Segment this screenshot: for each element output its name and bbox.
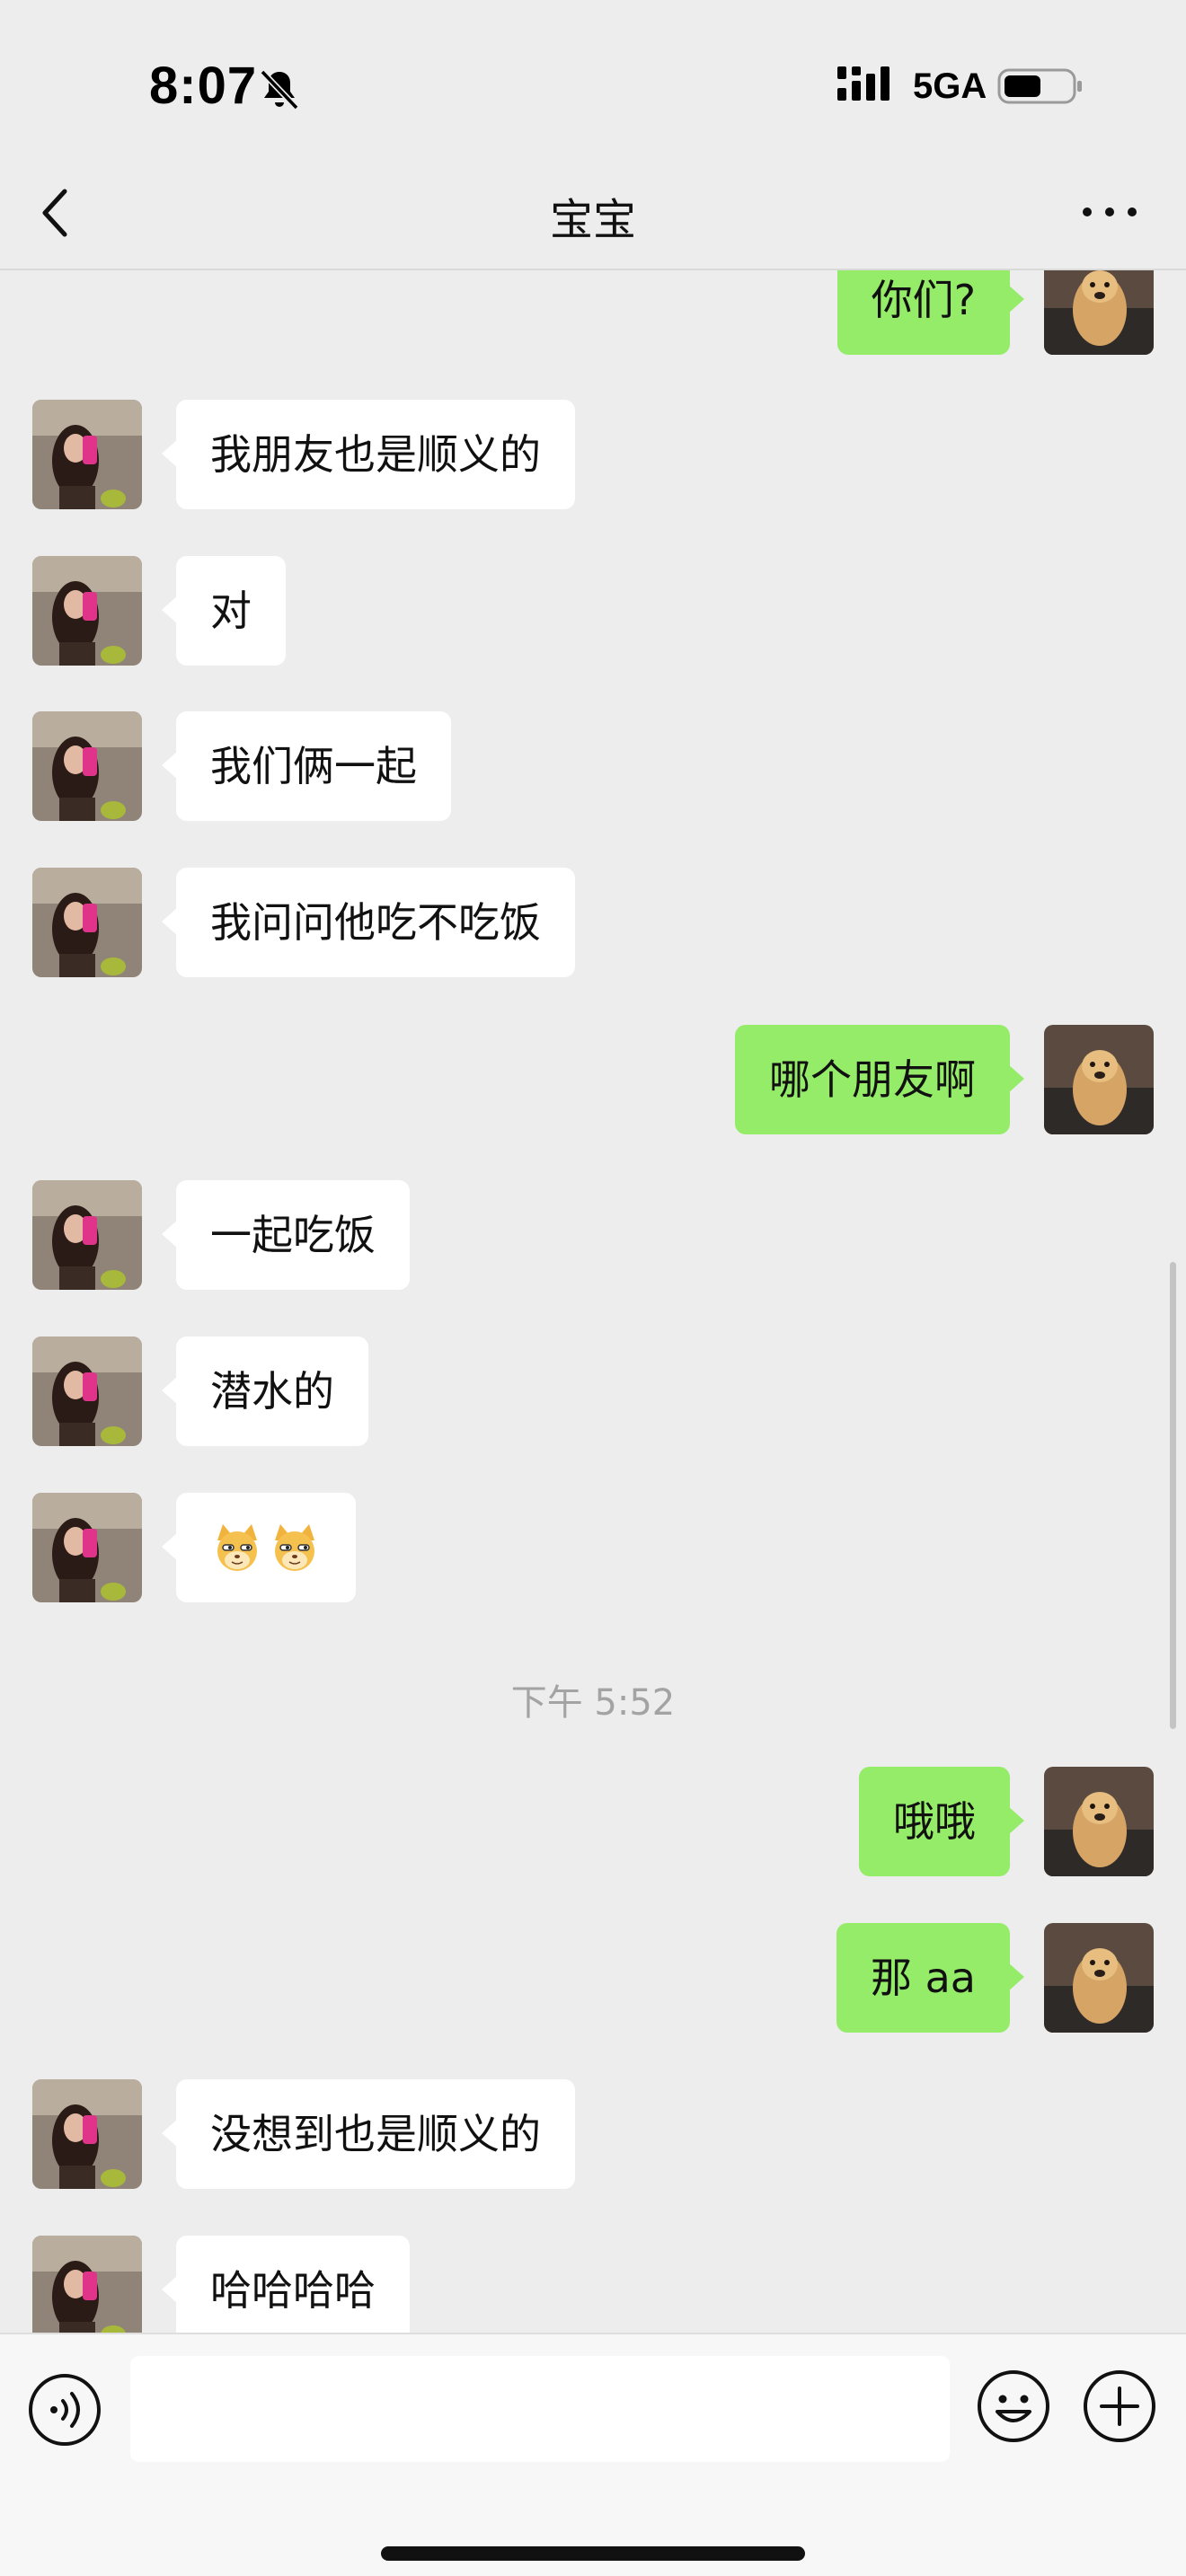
network-type: 5GA <box>913 66 987 106</box>
doge-emoji-icon <box>275 1523 314 1571</box>
contact-avatar[interactable] <box>32 1180 142 1290</box>
plus-icon[interactable] <box>1082 2369 1157 2444</box>
emoji-icon[interactable] <box>976 2369 1051 2444</box>
message-incoming: 潜水的 <box>0 1337 1186 1446</box>
message-bubble[interactable]: 没想到也是顺义的 <box>162 2079 575 2189</box>
message-outgoing: 哦哦 <box>0 1767 1186 1876</box>
home-indicator[interactable] <box>381 2546 805 2561</box>
message-bubble[interactable]: 我朋友也是顺义的 <box>162 400 575 509</box>
ellipsis-icon[interactable] <box>1078 198 1141 225</box>
sticker-bubble[interactable] <box>162 1493 356 1602</box>
bell-slash-icon <box>260 69 299 110</box>
message-bubble[interactable]: 那 aa <box>836 1923 1024 2033</box>
message-outgoing: 你们? <box>0 270 1186 355</box>
message-incoming: 没想到也是顺义的 <box>0 2079 1186 2189</box>
contact-avatar[interactable] <box>32 711 142 821</box>
message-bubble[interactable]: 哪个朋友啊 <box>735 1025 1024 1134</box>
message-bubble[interactable]: 我们俩一起 <box>162 711 451 821</box>
message-bubble[interactable]: 潜水的 <box>162 1337 368 1446</box>
input-bar <box>0 2333 1186 2576</box>
time-divider: 下午 5:52 <box>510 1682 676 1724</box>
status-bar: 8:07 5GA <box>0 0 1186 166</box>
message-outgoing: 哪个朋友啊 <box>0 1025 1186 1134</box>
contact-avatar[interactable] <box>32 556 142 666</box>
contact-avatar[interactable] <box>32 400 142 509</box>
doge-emoji-pair <box>210 1521 322 1575</box>
message-bubble[interactable]: 哦哦 <box>859 1767 1024 1876</box>
message-bubble[interactable]: 你们? <box>836 270 1025 355</box>
doge-emoji-icon <box>217 1523 257 1571</box>
contact-avatar[interactable] <box>32 2236 142 2333</box>
self-avatar[interactable] <box>1044 1923 1154 2033</box>
scroll-indicator[interactable] <box>1170 1262 1176 1729</box>
message-incoming: 对 <box>0 556 1186 666</box>
message-input[interactable] <box>130 2356 950 2462</box>
contact-avatar[interactable] <box>32 868 142 977</box>
message-bubble[interactable]: 我问问他吃不吃饭 <box>162 868 575 977</box>
message-bubble[interactable]: 哈哈哈哈 <box>162 2236 410 2333</box>
self-avatar[interactable] <box>1044 1767 1154 1876</box>
message-incoming: 我们俩一起 <box>0 711 1186 821</box>
message-incoming: 我问问他吃不吃饭 <box>0 868 1186 977</box>
message-bubble[interactable]: 对 <box>162 556 286 666</box>
voice-icon[interactable] <box>27 2372 102 2448</box>
chat-message-list[interactable]: 你们? 我朋友也是顺义的 对 我们俩一起 我问问他吃不吃饭 哪个朋友啊 一起吃饭… <box>0 270 1186 2333</box>
message-incoming: 我朋友也是顺义的 <box>0 400 1186 509</box>
chat-title: 宝宝 <box>549 195 636 245</box>
nav-bar: 宝宝 <box>0 166 1186 270</box>
contact-avatar[interactable] <box>32 2079 142 2189</box>
message-bubble[interactable]: 一起吃饭 <box>162 1180 410 1290</box>
status-time: 8:07 <box>149 57 258 115</box>
self-avatar[interactable] <box>1044 1025 1154 1134</box>
contact-avatar[interactable] <box>32 1337 142 1446</box>
signal-bars-icon <box>837 66 890 101</box>
message-incoming: 一起吃饭 <box>0 1180 1186 1290</box>
message-incoming <box>0 1493 1186 1602</box>
battery-icon <box>997 68 1082 104</box>
message-incoming: 哈哈哈哈 <box>0 2236 1186 2333</box>
contact-avatar[interactable] <box>32 1493 142 1602</box>
self-avatar[interactable] <box>1044 270 1154 355</box>
message-outgoing: 那 aa <box>0 1923 1186 2033</box>
